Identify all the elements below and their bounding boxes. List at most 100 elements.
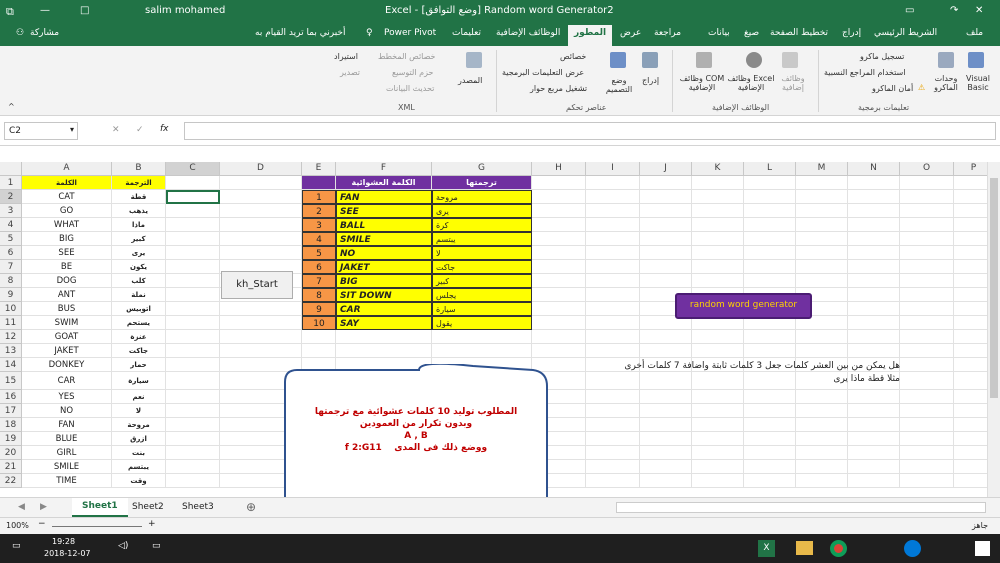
tab-insert[interactable]: إدراج: [842, 28, 861, 38]
row-header-3[interactable]: 3: [0, 204, 22, 218]
tab-review[interactable]: مراجعة: [654, 28, 681, 38]
empty-cell[interactable]: [166, 330, 220, 344]
empty-cell[interactable]: [900, 446, 954, 460]
random-translation-cell[interactable]: كبير: [432, 274, 532, 288]
column-header-M[interactable]: M: [796, 162, 848, 176]
empty-cell[interactable]: [900, 330, 954, 344]
random-translation-cell[interactable]: يقول: [432, 316, 532, 330]
empty-cell[interactable]: [692, 460, 744, 474]
start-button[interactable]: kh_Start: [221, 271, 293, 299]
enter-icon[interactable]: ✓: [136, 125, 144, 135]
column-header-G[interactable]: G: [432, 162, 532, 176]
word-cell[interactable]: GIRL: [22, 446, 112, 460]
relative-refs-button[interactable]: استخدام المراجع النسبية: [824, 68, 905, 77]
empty-cell[interactable]: [954, 358, 987, 372]
number-cell[interactable]: 8: [302, 288, 336, 302]
explorer-taskbar-icon[interactable]: [796, 541, 813, 555]
empty-cell[interactable]: [692, 190, 744, 204]
random-translation-cell[interactable]: يجلس: [432, 288, 532, 302]
random-translation-cell[interactable]: سيارة: [432, 302, 532, 316]
empty-cell[interactable]: [586, 218, 640, 232]
empty-cell[interactable]: [532, 274, 586, 288]
translation-cell[interactable]: مروحة: [112, 418, 166, 432]
empty-cell[interactable]: [954, 372, 987, 390]
empty-cell[interactable]: [900, 288, 954, 302]
empty-cell[interactable]: [336, 344, 432, 358]
translation-cell[interactable]: ماذا: [112, 218, 166, 232]
empty-cell[interactable]: [692, 218, 744, 232]
name-box[interactable]: C2 ▾: [4, 122, 78, 140]
empty-cell[interactable]: [692, 232, 744, 246]
number-cell[interactable]: 4: [302, 232, 336, 246]
translation-cell[interactable]: لا: [112, 404, 166, 418]
addins-button[interactable]: وظائف إضافية: [778, 74, 808, 92]
empty-cell[interactable]: [900, 218, 954, 232]
empty-cell[interactable]: [640, 404, 692, 418]
row-header-14[interactable]: 14: [0, 358, 22, 372]
empty-cell[interactable]: [166, 432, 220, 446]
empty-cell[interactable]: [954, 446, 987, 460]
empty-cell[interactable]: [954, 232, 987, 246]
empty-cell[interactable]: [848, 302, 900, 316]
random-translation-cell[interactable]: يرى: [432, 204, 532, 218]
zoom-out-icon[interactable]: −: [38, 519, 46, 529]
empty-cell[interactable]: [954, 330, 987, 344]
empty-cell[interactable]: [640, 274, 692, 288]
empty-cell[interactable]: [166, 176, 220, 190]
com-addins-icon[interactable]: [696, 52, 712, 68]
empty-cell[interactable]: [586, 232, 640, 246]
column-header-F[interactable]: F: [336, 162, 432, 176]
empty-cell[interactable]: [900, 390, 954, 404]
chevron-down-icon[interactable]: ▾: [70, 125, 74, 134]
translation-cell[interactable]: كلب: [112, 274, 166, 288]
empty-cell[interactable]: [848, 232, 900, 246]
empty-cell[interactable]: [220, 204, 302, 218]
empty-cell[interactable]: [848, 274, 900, 288]
empty-cell[interactable]: [302, 330, 336, 344]
empty-cell[interactable]: [586, 446, 640, 460]
visual-basic-button[interactable]: Visual Basic: [962, 74, 994, 92]
empty-cell[interactable]: [166, 232, 220, 246]
restore-icon[interactable]: □: [80, 5, 89, 16]
empty-cell[interactable]: [954, 204, 987, 218]
empty-cell[interactable]: [954, 390, 987, 404]
empty-cell[interactable]: [796, 190, 848, 204]
translation-cell[interactable]: بنت: [112, 446, 166, 460]
collapse-ribbon-icon[interactable]: ^: [8, 102, 15, 111]
empty-cell[interactable]: [954, 344, 987, 358]
empty-cell[interactable]: [166, 372, 220, 390]
refresh-data-button[interactable]: تحديث البيانات: [386, 84, 434, 93]
empty-cell[interactable]: [220, 316, 302, 330]
empty-cell[interactable]: [220, 190, 302, 204]
column-header-I[interactable]: I: [586, 162, 640, 176]
import-button[interactable]: استيراد: [334, 52, 358, 61]
empty-cell[interactable]: [166, 288, 220, 302]
empty-cell[interactable]: [796, 474, 848, 488]
add-sheet-icon[interactable]: ⊕: [246, 500, 256, 514]
empty-cell[interactable]: [220, 218, 302, 232]
empty-cell[interactable]: [532, 232, 586, 246]
empty-cell[interactable]: [744, 460, 796, 474]
insert-controls-button[interactable]: إدراج: [642, 76, 659, 85]
empty-cell[interactable]: [796, 418, 848, 432]
empty-cell[interactable]: [796, 330, 848, 344]
redo-icon[interactable]: ↷: [950, 5, 958, 16]
empty-cell[interactable]: [744, 232, 796, 246]
row-header-11[interactable]: 11: [0, 316, 22, 330]
empty-cell[interactable]: [166, 418, 220, 432]
empty-cell[interactable]: [848, 246, 900, 260]
empty-cell[interactable]: [954, 432, 987, 446]
column-header-A[interactable]: A: [22, 162, 112, 176]
empty-cell[interactable]: [302, 344, 336, 358]
empty-cell[interactable]: [220, 176, 302, 190]
random-word-cell[interactable]: BALL: [336, 218, 432, 232]
empty-cell[interactable]: [166, 260, 220, 274]
empty-cell[interactable]: [640, 432, 692, 446]
empty-cell[interactable]: [166, 316, 220, 330]
empty-cell[interactable]: [796, 432, 848, 446]
network-icon[interactable]: ▭: [152, 541, 161, 551]
empty-cell[interactable]: [692, 418, 744, 432]
empty-cell[interactable]: [848, 404, 900, 418]
empty-cell[interactable]: [848, 330, 900, 344]
empty-cell[interactable]: [692, 176, 744, 190]
